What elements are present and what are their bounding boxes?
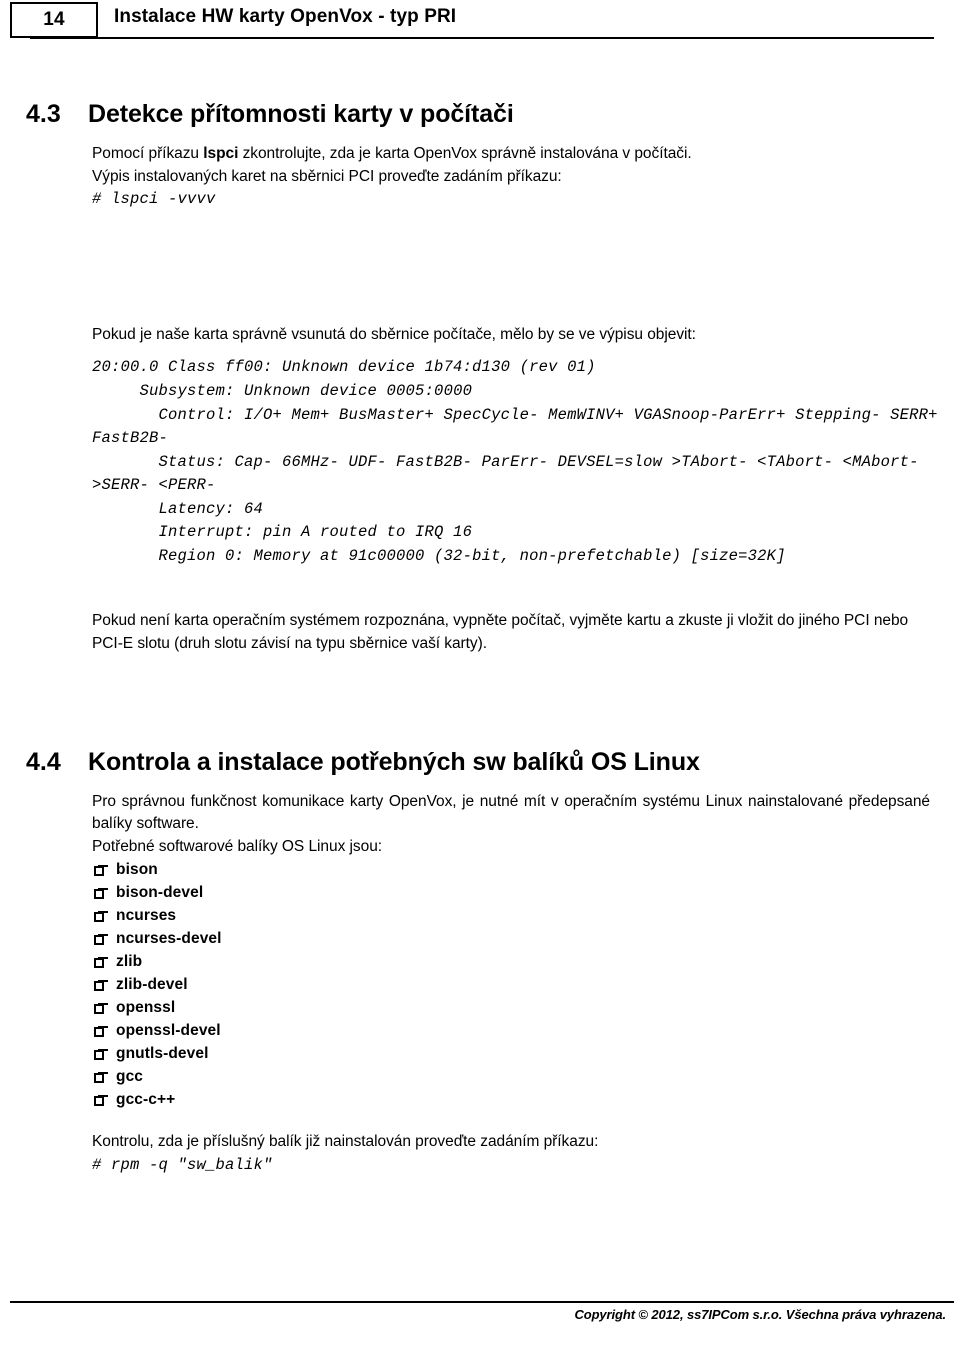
lspci-command-inline: lspci — [203, 145, 239, 162]
package-name: zlib — [116, 953, 143, 971]
checkbox-square-icon — [94, 1093, 116, 1107]
package-name: gcc — [116, 1068, 144, 1086]
code-lspci-command: # lspci -vvvv — [92, 190, 216, 209]
page-number-box: 14 — [10, 2, 98, 38]
page-number: 14 — [43, 9, 65, 30]
paragraph-lspci-intro: Pomocí příkazu lspci zkontrolujte, zda j… — [0, 143, 960, 166]
package-list: bison bison-devel ncurses ncurses-devel … — [0, 858, 960, 1111]
checkbox-square-icon — [94, 909, 116, 923]
code-rpm-query: # rpm -q "sw_balik" — [92, 1156, 273, 1175]
header-divider — [30, 37, 934, 39]
list-item: gcc-c++ — [94, 1088, 960, 1111]
package-name: zlib-devel — [116, 976, 188, 994]
checkbox-square-icon — [94, 863, 116, 877]
section-title: Kontrola a instalace potřebných sw balík… — [88, 747, 700, 776]
list-item: bison — [94, 858, 960, 881]
paragraph-listing-instruction: Výpis instalovaných karet na sběrnici PC… — [92, 167, 562, 185]
checkbox-square-icon — [94, 932, 116, 946]
checkbox-square-icon — [94, 886, 116, 900]
list-item: zlib-devel — [94, 973, 960, 996]
paragraph-packages-list-intro: Potřebné softwarové balíky OS Linux jsou… — [92, 837, 383, 855]
package-name: ncurses — [116, 907, 177, 925]
header-title: Instalace HW karty OpenVox - typ PRI — [114, 6, 457, 27]
page-footer: Copyright © 2012, ss7IPCom s.r.o. Všechn… — [0, 1291, 960, 1351]
section-number: 4.4 — [26, 747, 61, 776]
checkbox-square-icon — [94, 1024, 116, 1038]
list-item: ncurses-devel — [94, 927, 960, 950]
copyright-notice: Copyright © 2012, ss7IPCom s.r.o. Všechn… — [574, 1307, 946, 1322]
paragraph-listing-intro: Pokud je naše karta správně vsunutá do s… — [92, 325, 696, 343]
checkbox-square-icon — [94, 955, 116, 969]
section-title: Detekce přítomnosti karty v počítači — [88, 100, 514, 128]
page-content: 4.3 Detekce přítomnosti karty v počítači… — [0, 100, 960, 1178]
package-name: openssl-devel — [116, 1022, 221, 1040]
list-item: zlib — [94, 950, 960, 973]
checkbox-square-icon — [94, 1047, 116, 1061]
section-heading-4-3: 4.3 Detekce přítomnosti karty v počítači — [0, 100, 960, 129]
package-name: gnutls-devel — [116, 1045, 209, 1063]
intro-text-after: zkontrolujte, zda je karta OpenVox správ… — [238, 145, 692, 162]
list-item: openssl-devel — [94, 1019, 960, 1042]
package-name: bison — [116, 861, 158, 879]
list-item: ncurses — [94, 904, 960, 927]
package-name: gcc-c++ — [116, 1091, 176, 1109]
paragraph-packages-intro: Pro správnou funkčnost komunikace karty … — [92, 792, 930, 833]
checkbox-square-icon — [94, 978, 116, 992]
checkbox-square-icon — [94, 1001, 116, 1015]
footer-divider — [10, 1301, 954, 1303]
intro-text-before: Pomocí příkazu — [92, 145, 204, 162]
package-name: openssl — [116, 999, 176, 1017]
package-name: ncurses-devel — [116, 930, 222, 948]
package-name: bison-devel — [116, 884, 204, 902]
page-header: 14 Instalace HW karty OpenVox - typ PRI — [0, 0, 960, 56]
paragraph-check-intro: Kontrolu, zda je příslušný balík již nai… — [92, 1133, 599, 1151]
checkbox-square-icon — [94, 1070, 116, 1084]
list-item: gnutls-devel — [94, 1042, 960, 1065]
list-item: bison-devel — [94, 881, 960, 904]
list-item: gcc — [94, 1065, 960, 1088]
code-lspci-output: 20:00.0 Class ff00: Unknown device 1b74:… — [92, 358, 938, 565]
section-number: 4.3 — [26, 100, 61, 128]
list-item: openssl — [94, 996, 960, 1019]
paragraph-troubleshooting: Pokud není karta operačním systémem rozp… — [92, 612, 909, 652]
section-heading-4-4: 4.4 Kontrola a instalace potřebných sw b… — [0, 748, 960, 777]
